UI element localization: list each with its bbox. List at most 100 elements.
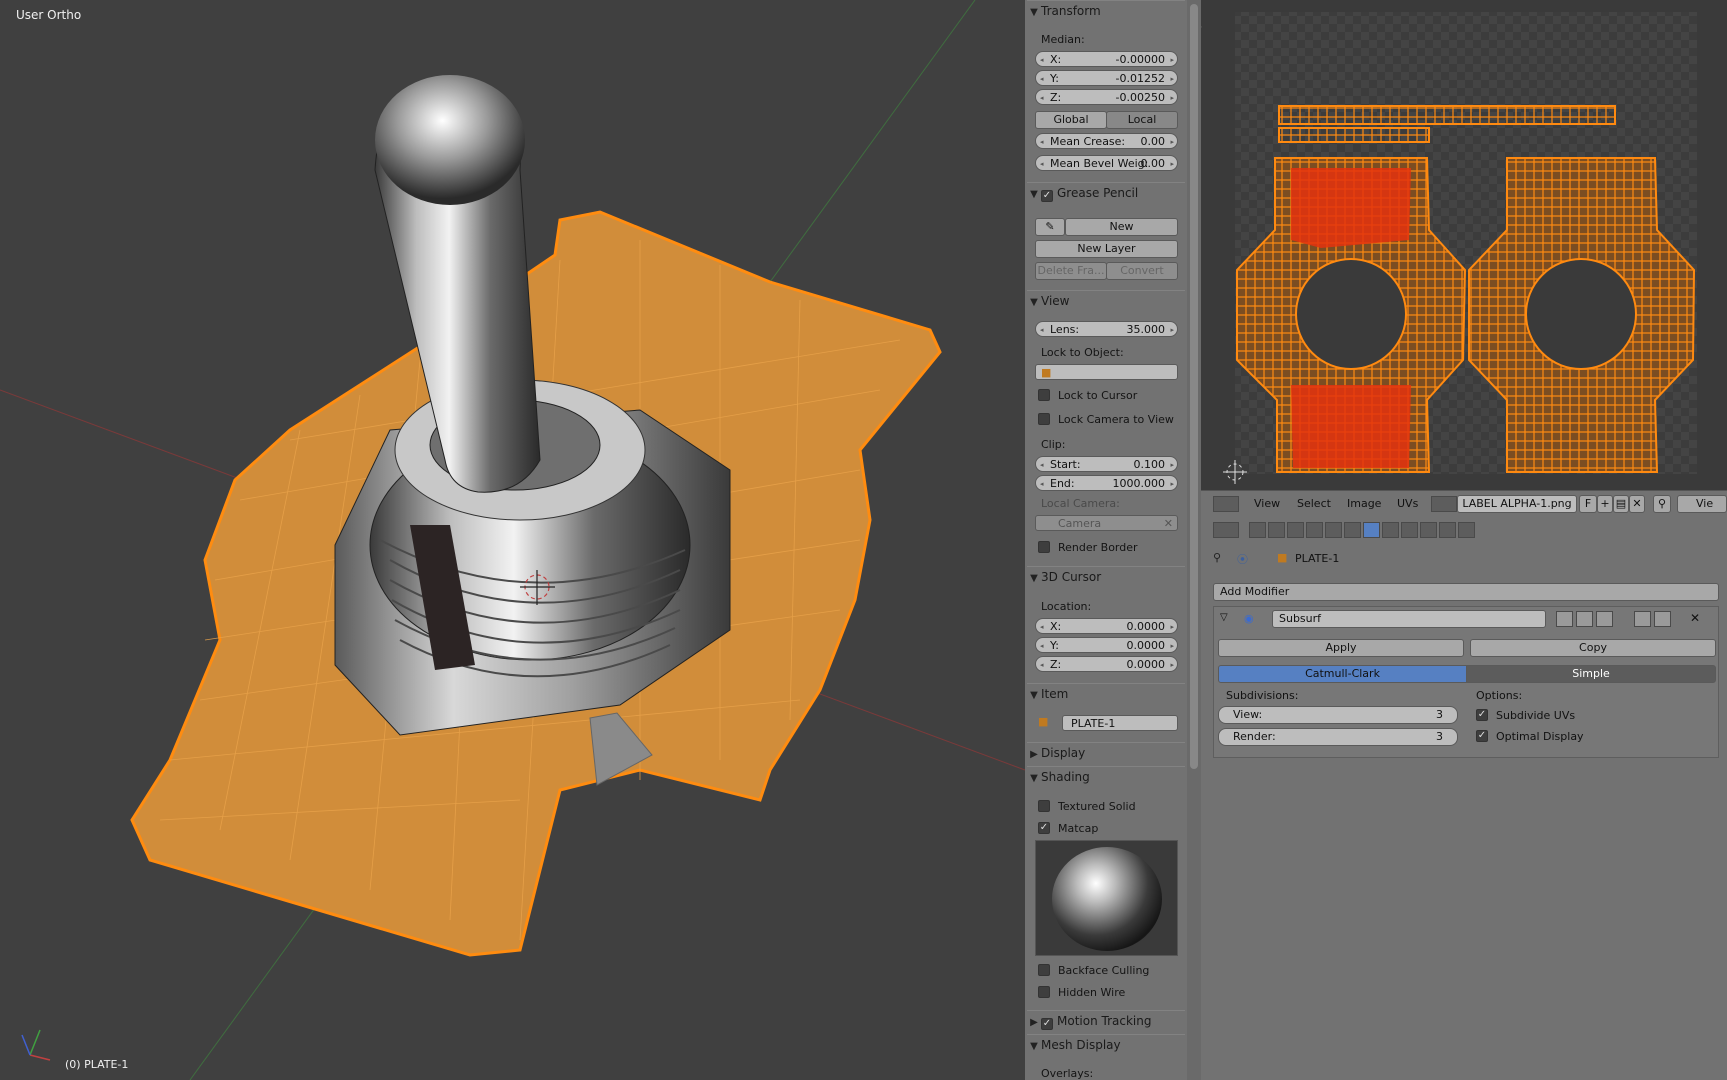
data-tab-icon[interactable] (1382, 522, 1399, 538)
cursor-x-field[interactable]: ◂ X: 0.0000 ▸ (1035, 618, 1178, 634)
viewport-toggle-icon[interactable] (1576, 611, 1593, 627)
clip-start-field[interactable]: ◂ Start: 0.100 ▸ (1035, 456, 1178, 472)
lens-field[interactable]: ◂ Lens: 35.000 ▸ (1035, 321, 1178, 337)
uv-canvas: + (1201, 12, 1697, 484)
backface-culling-checkbox[interactable] (1038, 964, 1050, 976)
convert-button[interactable]: Convert (1106, 262, 1178, 280)
unlink-image-icon[interactable]: ✕ (1629, 495, 1645, 513)
grease-pencil-panel-header[interactable]: ▼ ✓ Grease Pencil (1027, 182, 1185, 203)
constraints-tab-icon[interactable] (1344, 522, 1361, 538)
menu-view[interactable]: View (1254, 497, 1280, 510)
cursor-z-field[interactable]: ◂ Z: 0.0000 ▸ (1035, 656, 1178, 672)
render-toggle-icon[interactable] (1556, 611, 1573, 627)
collapse-triangle-icon[interactable]: ▽ (1220, 612, 1228, 623)
median-x-field[interactable]: ◂ X: -0.00000 ▸ (1035, 51, 1178, 67)
render-levels-field[interactable]: Render: 3 (1218, 728, 1458, 746)
mesh-display-panel-header[interactable]: ▼ Mesh Display (1027, 1034, 1185, 1055)
particles-tab-icon[interactable] (1439, 522, 1456, 538)
matcap-label: Matcap (1058, 822, 1099, 835)
mean-crease-field[interactable]: ◂ Mean Crease: 0.00 ▸ (1035, 133, 1178, 149)
modifiers-tab-icon[interactable] (1363, 522, 1380, 538)
grease-pencil-checkbox[interactable]: ✓ (1041, 190, 1053, 202)
pin-image-icon[interactable]: ⚲ (1653, 495, 1671, 513)
median-y-field[interactable]: ◂ Y: -0.01252 ▸ (1035, 70, 1178, 86)
new-image-icon[interactable]: + (1597, 495, 1613, 513)
object-tab-icon[interactable] (1325, 522, 1342, 538)
image-name-field[interactable]: LABEL ALPHA-1.png (1457, 495, 1577, 513)
breadcrumb-object: PLATE-1 (1295, 552, 1340, 565)
pencil-icon[interactable]: ✎ (1035, 218, 1065, 236)
lock-object-field[interactable]: ■ (1035, 364, 1178, 380)
subdivide-uvs-checkbox[interactable]: ✓ (1476, 709, 1488, 721)
cursor-panel-header[interactable]: ▼ 3D Cursor (1027, 566, 1185, 587)
render-tab-icon[interactable] (1249, 522, 1266, 538)
grease-new-button[interactable]: New (1065, 218, 1178, 236)
object-cube-icon: ■ (1038, 715, 1049, 728)
copy-button[interactable]: Copy (1470, 639, 1716, 657)
fake-user-button[interactable]: F (1579, 495, 1597, 513)
menu-uvs[interactable]: UVs (1397, 497, 1418, 510)
hidden-wire-checkbox[interactable] (1038, 986, 1050, 998)
world-tab-icon[interactable] (1306, 522, 1323, 538)
lock-to-cursor-checkbox[interactable] (1038, 389, 1050, 401)
matcap-preview[interactable] (1035, 840, 1178, 956)
lock-to-object-label: Lock to Object: (1041, 346, 1124, 359)
object-cube-icon: ■ (1277, 551, 1288, 564)
lock-camera-checkbox[interactable] (1038, 413, 1050, 425)
shading-panel-header[interactable]: ▼ Shading (1027, 766, 1185, 787)
clip-end-field[interactable]: ◂ End: 1000.000 ▸ (1035, 475, 1178, 491)
global-toggle[interactable]: Global (1035, 111, 1107, 129)
delete-frame-button[interactable]: Delete Fra... (1035, 262, 1107, 280)
lock-to-cursor-label: Lock to Cursor (1058, 389, 1138, 402)
editor-type-icon[interactable] (1213, 496, 1239, 512)
motion-tracking-panel-header[interactable]: ▶ ✓ Motion Tracking (1027, 1010, 1185, 1031)
scene-tab-icon[interactable] (1287, 522, 1304, 538)
motion-tracking-checkbox[interactable]: ✓ (1041, 1018, 1053, 1030)
apply-button[interactable]: Apply (1218, 639, 1464, 657)
median-label: Median: (1041, 33, 1085, 46)
image-browse-icon[interactable] (1431, 496, 1457, 512)
matcap-checkbox[interactable]: ✓ (1038, 822, 1050, 834)
uv-editor[interactable]: + (1201, 0, 1727, 490)
catmull-clark-toggle[interactable]: Catmull-Clark (1218, 665, 1467, 683)
physics-tab-icon[interactable] (1458, 522, 1475, 538)
texture-tab-icon[interactable] (1420, 522, 1437, 538)
remove-modifier-icon[interactable]: ✕ (1690, 611, 1700, 625)
render-border-checkbox[interactable] (1038, 541, 1050, 553)
scrollbar-thumb[interactable] (1190, 4, 1198, 769)
editmode-toggle-icon[interactable] (1596, 611, 1613, 627)
view-levels-field[interactable]: View: 3 (1218, 706, 1458, 724)
item-name-field[interactable]: PLATE-1 (1062, 715, 1178, 731)
transform-panel-header[interactable]: ▼ Transform (1027, 0, 1185, 21)
textured-solid-checkbox[interactable] (1038, 800, 1050, 812)
editor-type-icon[interactable] (1213, 522, 1239, 538)
item-panel-header[interactable]: ▼ Item (1027, 683, 1185, 704)
display-panel-header[interactable]: ▶ Display (1027, 742, 1185, 763)
move-down-icon[interactable] (1654, 611, 1671, 627)
move-up-icon[interactable] (1634, 611, 1651, 627)
mean-bevel-field[interactable]: ◂ Mean Bevel Weig: 0.00 ▸ (1035, 155, 1178, 171)
add-modifier-dropdown[interactable]: Add Modifier (1213, 583, 1719, 601)
properties-shelf: ▼ Transform Median: ◂ X: -0.00000 ▸ ◂ Y: -0.01… (1025, 0, 1187, 1080)
simple-toggle[interactable]: Simple (1466, 665, 1716, 683)
render-layers-tab-icon[interactable] (1268, 522, 1285, 538)
median-z-field[interactable]: ◂ Z: -0.00250 ▸ (1035, 89, 1178, 105)
pin-icon[interactable]: ⚲ (1213, 551, 1221, 564)
material-tab-icon[interactable] (1401, 522, 1418, 538)
view-mode-dropdown[interactable]: Vie (1677, 495, 1727, 513)
modifier-name-field[interactable]: Subsurf (1272, 610, 1546, 628)
menu-image[interactable]: Image (1347, 497, 1381, 510)
context-tabs (1249, 522, 1501, 538)
local-camera-field[interactable]: Camera ✕ (1035, 515, 1178, 531)
cursor-y-field[interactable]: ◂ Y: 0.0000 ▸ (1035, 637, 1178, 653)
3d-viewport[interactable]: User Ortho (0) PLATE-1 (0, 0, 1025, 1080)
optimal-display-checkbox[interactable]: ✓ (1476, 730, 1488, 742)
view-panel-header[interactable]: ▼ View (1027, 290, 1185, 311)
new-layer-button[interactable]: New Layer (1035, 240, 1178, 258)
properties-editor: ⚲ ⦿ ■ PLATE-1 Add Modifier ▽ ◉ Subsurf ✕… (1201, 517, 1727, 1080)
local-toggle[interactable]: Local (1106, 111, 1178, 129)
shelf-scrollbar[interactable] (1187, 0, 1201, 1080)
view-name-label: User Ortho (16, 8, 82, 22)
open-image-icon[interactable]: ▤ (1613, 495, 1629, 513)
menu-select[interactable]: Select (1297, 497, 1331, 510)
